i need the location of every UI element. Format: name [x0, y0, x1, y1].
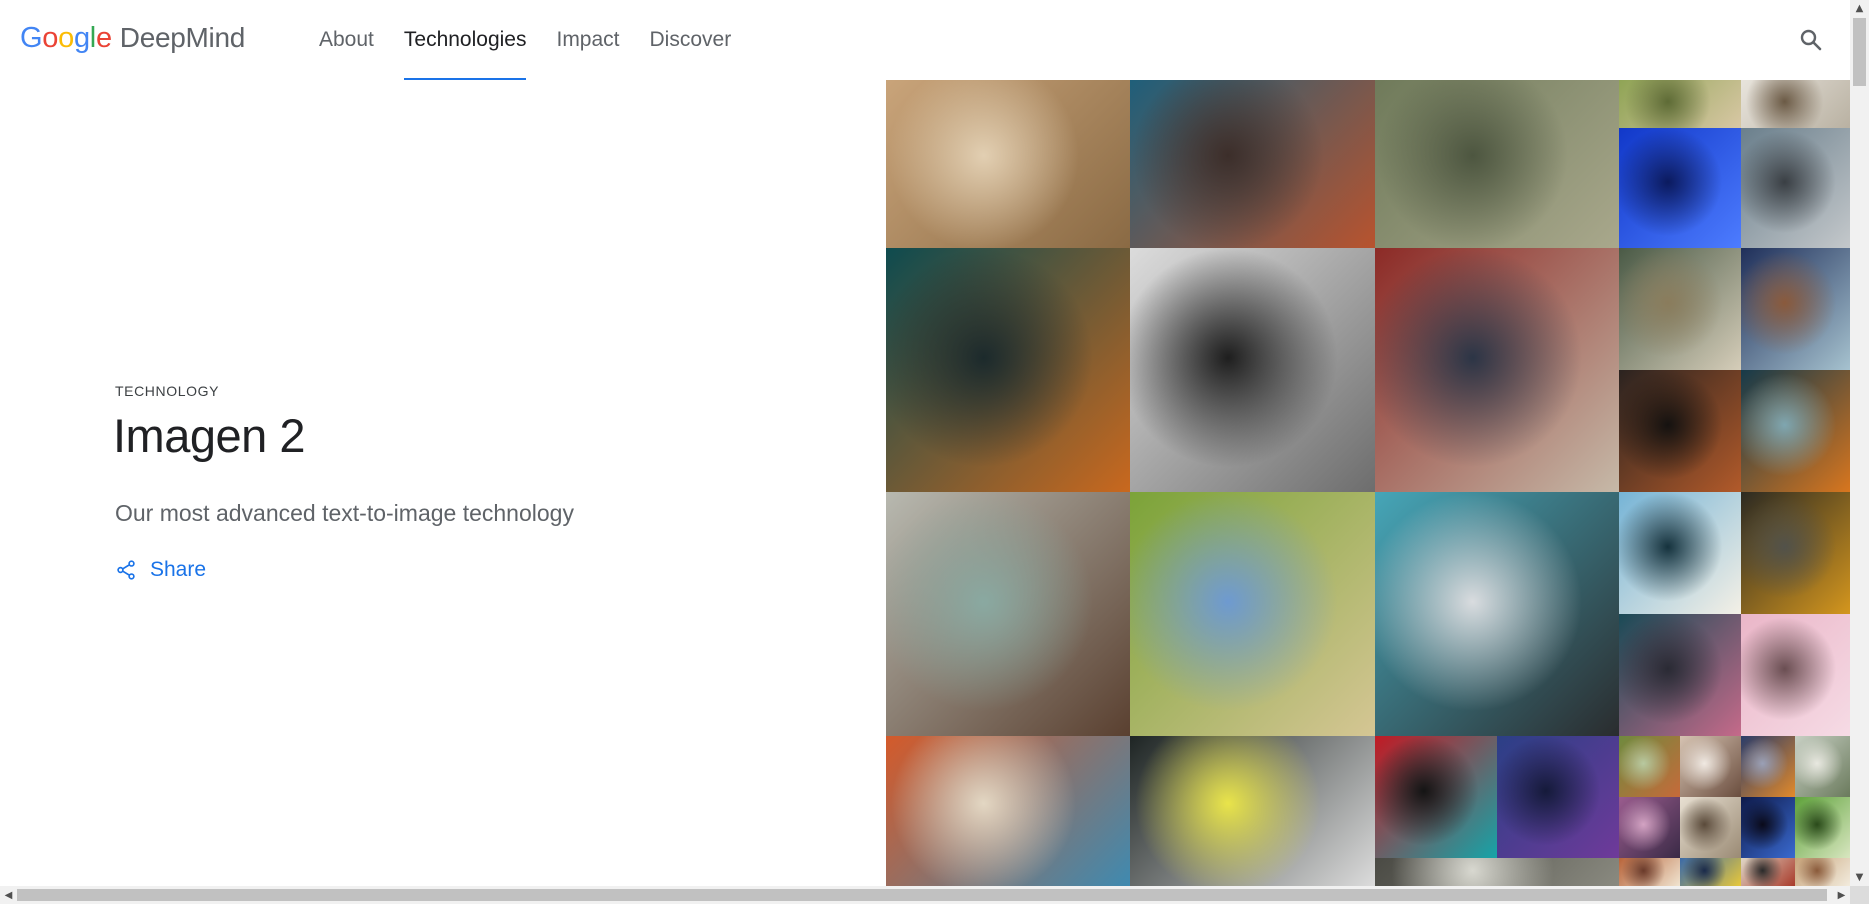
page-title: Imagen 2	[113, 409, 305, 462]
white-house-image	[1795, 736, 1850, 797]
elderly-couple-image	[1130, 248, 1375, 492]
blue-club-image	[1497, 736, 1619, 858]
scroll-right-icon[interactable]: ▶	[1833, 886, 1850, 904]
cyclists-race-image	[1375, 492, 1619, 736]
hero-eyebrow: TECHNOLOGY	[115, 383, 220, 399]
hands-ring-image	[1680, 736, 1741, 797]
young-man-portrait-image	[886, 492, 1130, 736]
image-mosaic	[886, 80, 1850, 886]
scroll-left-icon[interactable]: ◀	[0, 886, 17, 904]
night-alley-image	[1619, 370, 1741, 492]
nav-item-discover[interactable]: Discover	[635, 0, 747, 80]
nav-item-technologies[interactable]: Technologies	[389, 0, 542, 80]
site-header: G o o g l e DeepMind About Technologies …	[0, 0, 1850, 80]
cat-orange-image	[1741, 736, 1795, 797]
logo-letter: o	[58, 22, 74, 54]
share-label: Share	[150, 558, 207, 581]
horizontal-scrollbar[interactable]: ◀ ▶	[0, 886, 1850, 904]
teal-flowers-image	[1619, 614, 1741, 736]
robot-in-field-image	[1375, 80, 1619, 248]
logo-letter: e	[95, 22, 112, 54]
scrollbar-corner	[1850, 886, 1869, 904]
page: G o o g l e DeepMind About Technologies …	[0, 0, 1869, 904]
cherry-blossom-image	[1741, 614, 1850, 736]
green-hills-horses-image	[1130, 492, 1375, 736]
scrollbar-thumb[interactable]	[17, 889, 1827, 901]
bottom-partial-image	[1375, 858, 1619, 886]
scrollbar-thumb[interactable]	[1853, 18, 1866, 86]
cat-drawing-image	[1680, 797, 1741, 858]
orange-toy-image	[1619, 858, 1680, 886]
tennis-court-image	[1680, 858, 1741, 886]
food-plate-image	[1795, 858, 1850, 886]
blue-concert-image	[1619, 128, 1741, 248]
hero-subtitle: Our most advanced text-to-image technolo…	[115, 500, 574, 526]
logo-product-name: DeepMind	[119, 22, 246, 53]
search-icon	[1800, 29, 1822, 51]
search-button[interactable]	[1796, 25, 1826, 55]
share-button[interactable]: Share	[115, 558, 206, 582]
pixel-fox-image	[1741, 370, 1850, 492]
clouds-sea-image	[1619, 492, 1741, 614]
red-teal-face-image	[1375, 736, 1497, 858]
city-painting-image	[886, 736, 1130, 886]
chair-room-image	[1741, 80, 1850, 128]
robin-bird-image	[1619, 736, 1680, 797]
scroll-down-icon[interactable]: ▼	[1850, 869, 1869, 886]
nav-item-impact[interactable]: Impact	[541, 0, 634, 80]
giraffe-zebra-image	[886, 80, 1130, 248]
house-night-image	[1741, 492, 1850, 614]
green-frog-image	[1795, 797, 1850, 858]
pink-lake-image	[1619, 797, 1680, 858]
share-icon	[117, 560, 135, 580]
woman-portrait-painting-image	[1130, 80, 1375, 248]
alley-night-image	[886, 248, 1130, 492]
logo-letter: o	[42, 22, 59, 54]
bike-street-image	[1741, 128, 1850, 248]
poster-image	[1741, 858, 1795, 886]
blueberries-bowl-image	[1741, 248, 1850, 370]
google-deepmind-logo[interactable]: G o o g l e DeepMind	[20, 22, 245, 55]
scroll-up-icon[interactable]: ▲	[1850, 0, 1869, 17]
comet-sky-image	[1741, 797, 1795, 858]
logo-letter: G	[20, 22, 43, 54]
man-smiling-green-image	[1619, 80, 1741, 128]
hand-waving-taxi-image	[1375, 248, 1619, 492]
main-nav: About Technologies Impact Discover	[304, 0, 746, 80]
green-armchairs-image	[1619, 248, 1741, 370]
logo-letter: g	[73, 22, 90, 54]
nav-item-about[interactable]: About	[304, 0, 389, 80]
sneaker-closeup-image	[1130, 736, 1375, 886]
vertical-scrollbar[interactable]: ▲ ▼	[1850, 0, 1869, 886]
